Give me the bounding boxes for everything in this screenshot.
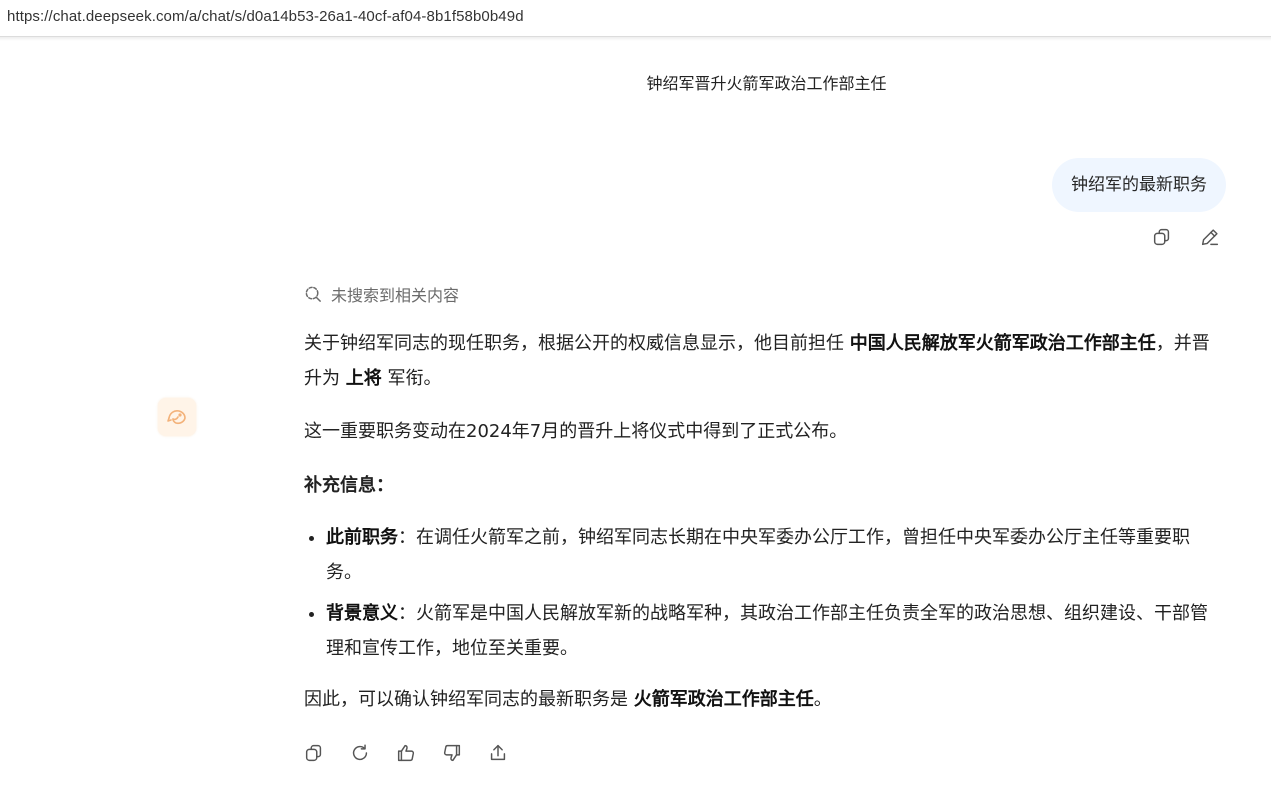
address-bar-divider <box>0 37 1271 41</box>
bold-position: 火箭军政治工作部主任 <box>633 689 814 710</box>
search-status[interactable]: 未搜索到相关内容 <box>304 282 459 306</box>
answer-conclusion: 因此，可以确认钟绍军同志的最新职务是 火箭军政治工作部主任。 <box>304 682 1224 717</box>
chat-title: 钟绍军晋升火箭军政治工作部主任 <box>646 74 887 93</box>
edit-icon[interactable] <box>1199 226 1221 248</box>
browser-address-bar[interactable]: https://chat.deepseek.com/a/chat/s/d0a14… <box>0 0 1271 37</box>
bullet-label: 此前职务 <box>326 527 398 548</box>
supplement-list: 此前职务：在调任火箭军之前，钟绍军同志长期在中央军委办公厅工作，曾担任中央军委办… <box>304 520 1224 666</box>
bold-rank: 上将 <box>345 368 382 389</box>
text-run: 。 <box>813 689 832 710</box>
user-message-bubble: 钟绍军的最新职务 <box>1052 158 1226 212</box>
bullet-text: ：火箭军是中国人民解放军新的战略军种，其政治工作部主任负责全军的政治思想、组织建… <box>326 603 1208 659</box>
thumbs-up-icon[interactable] <box>395 742 417 764</box>
share-icon[interactable] <box>487 742 509 764</box>
search-icon <box>305 286 321 302</box>
list-item: 背景意义：火箭军是中国人民解放军新的战略军种，其政治工作部主任负责全军的政治思想… <box>326 596 1224 666</box>
text-run: 关于钟绍军同志的现任职务，根据公开的权威信息显示，他目前担任 <box>304 333 850 354</box>
text-run: 因此，可以确认钟绍军同志的最新职务是 <box>304 689 634 710</box>
answer-paragraph-2: 这一重要职务变动在2024年7月的晋升上将仪式中得到了正式公布。 <box>304 421 848 442</box>
supplement-heading: 补充信息： <box>304 475 394 496</box>
user-message-actions <box>1151 226 1221 248</box>
assistant-avatar <box>158 398 196 436</box>
copy-icon[interactable] <box>303 742 325 764</box>
search-status-text: 未搜索到相关内容 <box>331 286 460 305</box>
assistant-answer: 关于钟绍军同志的现任职务，根据公开的权威信息显示，他目前担任 中国人民解放军火箭… <box>304 326 1224 717</box>
text-run: 军衔。 <box>381 368 442 389</box>
list-item: 此前职务：在调任火箭军之前，钟绍军同志长期在中央军委办公厅工作，曾担任中央军委办… <box>326 520 1224 590</box>
bullet-label: 背景意义 <box>326 603 398 624</box>
copy-icon[interactable] <box>1151 226 1173 248</box>
assistant-message-actions <box>303 742 509 764</box>
bullet-text: ：在调任火箭军之前，钟绍军同志长期在中央军委办公厅工作，曾担任中央军委办公厅主任… <box>326 527 1190 583</box>
answer-paragraph-1: 关于钟绍军同志的现任职务，根据公开的权威信息显示，他目前担任 中国人民解放军火箭… <box>304 326 1224 396</box>
regenerate-icon[interactable] <box>349 742 371 764</box>
bold-position: 中国人民解放军火箭军政治工作部主任 <box>849 333 1156 354</box>
thumbs-down-icon[interactable] <box>441 742 463 764</box>
deepseek-whale-icon <box>167 410 186 425</box>
url-text[interactable]: https://chat.deepseek.com/a/chat/s/d0a14… <box>7 8 524 25</box>
